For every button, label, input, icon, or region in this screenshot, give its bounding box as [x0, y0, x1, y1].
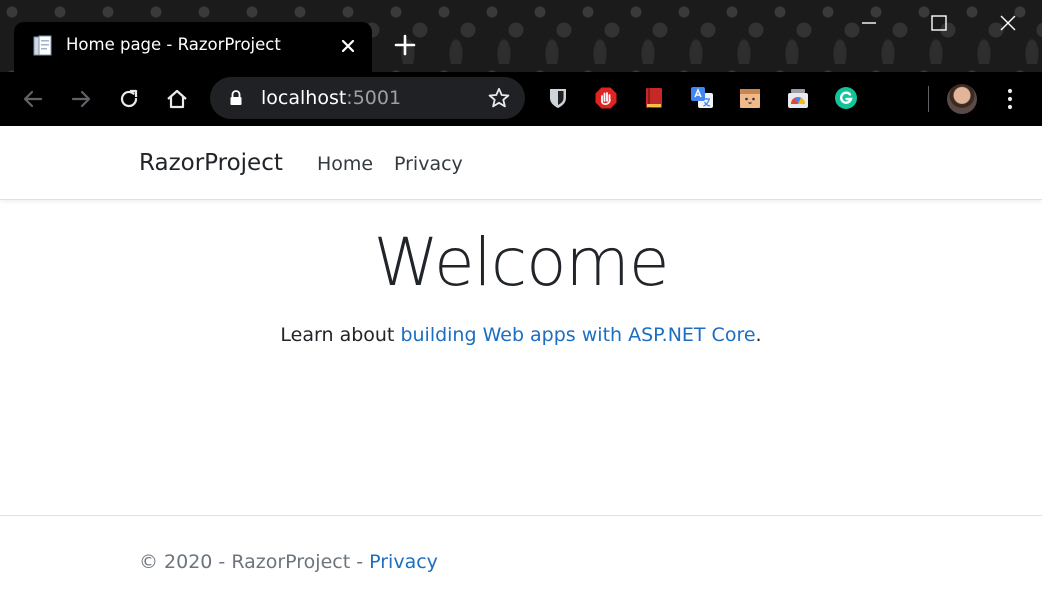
- chrome-icon[interactable]: [786, 86, 810, 110]
- home-icon[interactable]: [164, 86, 190, 112]
- adblock-icon[interactable]: [594, 86, 618, 110]
- bitwarden-icon[interactable]: [546, 86, 570, 110]
- window-close-icon[interactable]: [997, 12, 1019, 34]
- forward-arrow-icon[interactable]: [68, 86, 94, 112]
- nav-link-privacy[interactable]: Privacy: [394, 153, 463, 175]
- vertical-dots-icon[interactable]: [998, 86, 1022, 112]
- page-heading: Welcome: [373, 224, 670, 301]
- address-bar[interactable]: localhost:5001: [210, 77, 525, 119]
- docs-link[interactable]: building Web apps with ASP.NET Core: [400, 324, 755, 346]
- maximize-icon[interactable]: [928, 12, 950, 34]
- lock-icon: [230, 90, 242, 105]
- footer-text: © 2020 - RazorProject - Privacy: [139, 551, 438, 573]
- lead-suffix: .: [755, 324, 762, 346]
- star-icon[interactable]: [487, 86, 511, 110]
- minimize-icon[interactable]: [858, 12, 880, 34]
- translate-icon[interactable]: [690, 86, 714, 110]
- site-brand-link[interactable]: RazorProject: [139, 150, 283, 176]
- site-footer: © 2020 - RazorProject - Privacy: [0, 515, 1042, 605]
- footer-privacy-link[interactable]: Privacy: [369, 551, 438, 573]
- back-arrow-icon[interactable]: [20, 86, 46, 112]
- cookie-icon[interactable]: [738, 86, 762, 110]
- site-navbar: RazorProject Home Privacy: [0, 126, 1042, 200]
- browser-titlebar: Home page - RazorProject: [0, 0, 1042, 72]
- toolbar-separator: [928, 86, 929, 112]
- copyright-text: © 2020 - RazorProject -: [139, 551, 370, 573]
- grammarly-icon[interactable]: [834, 86, 858, 110]
- profile-avatar[interactable]: [947, 84, 977, 114]
- reader-icon[interactable]: [642, 86, 666, 110]
- plus-icon[interactable]: [392, 32, 418, 58]
- document-icon: [33, 35, 52, 56]
- url-host: localhost: [261, 87, 347, 109]
- browser-toolbar: localhost:5001: [0, 72, 1042, 126]
- close-icon[interactable]: [338, 36, 358, 56]
- lead-prefix: Learn about: [280, 324, 401, 346]
- tab-title: Home page - RazorProject: [66, 35, 281, 54]
- lead-paragraph: Learn about building Web apps with ASP.N…: [0, 324, 1042, 346]
- url-port: :5001: [346, 87, 402, 109]
- web-page: RazorProject Home Privacy Welcome Learn …: [0, 126, 1042, 605]
- nav-link-home[interactable]: Home: [317, 153, 373, 175]
- url-text[interactable]: localhost:5001: [261, 87, 401, 109]
- browser-tab-active[interactable]: Home page - RazorProject: [14, 22, 372, 72]
- reload-icon[interactable]: [116, 86, 142, 112]
